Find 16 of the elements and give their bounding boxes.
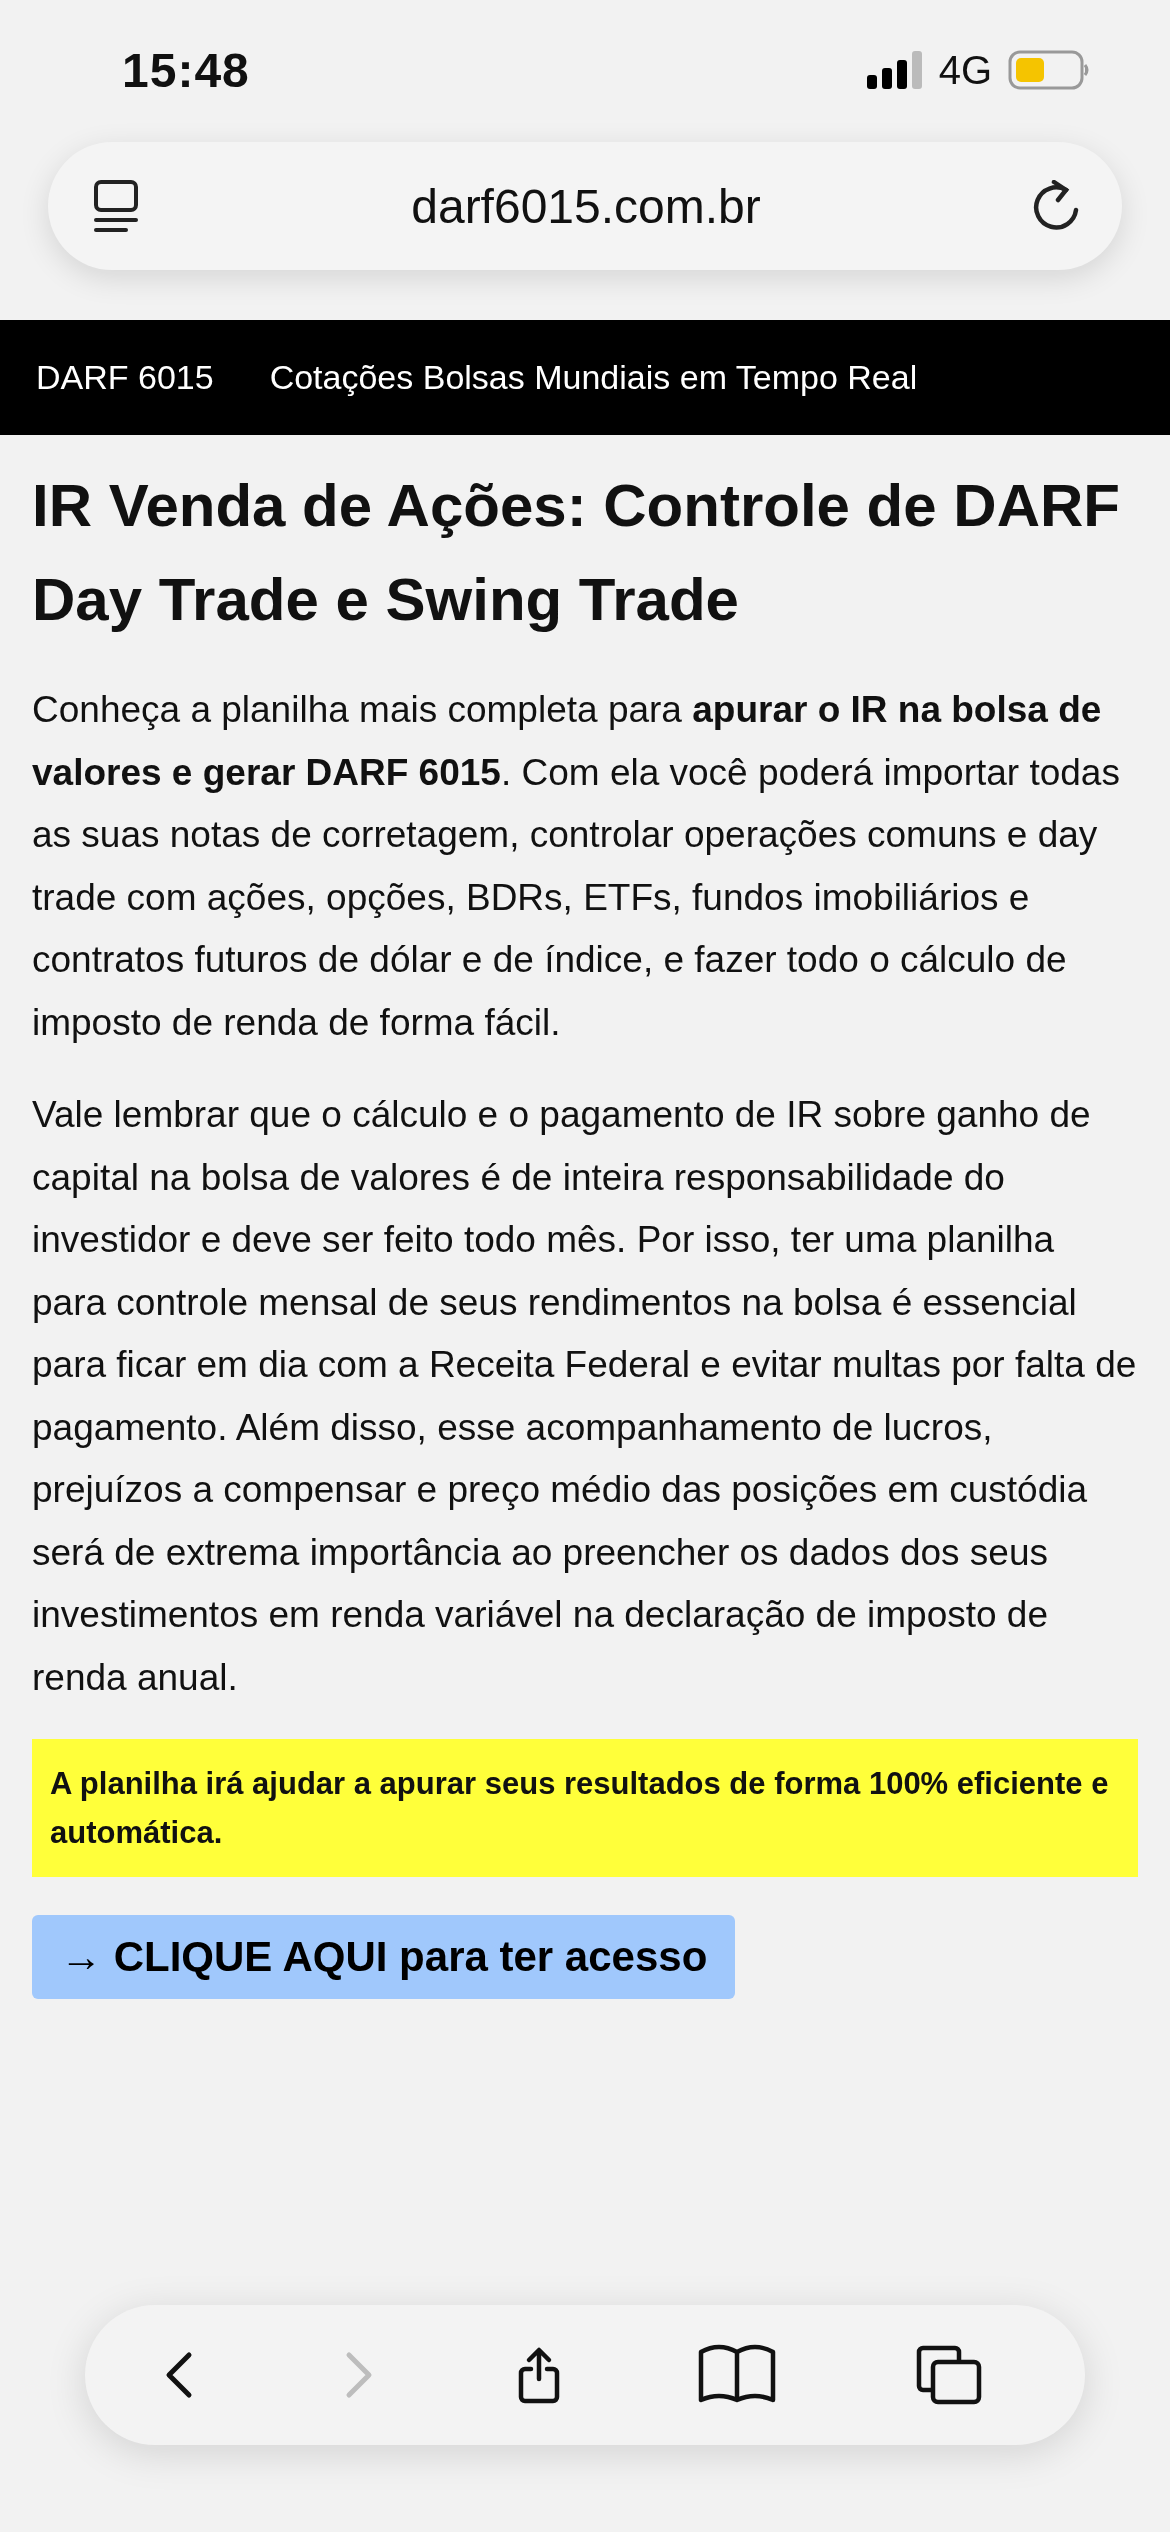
status-time: 15:48: [122, 42, 250, 98]
address-bar[interactable]: darf6015.com.br: [48, 142, 1122, 270]
highlight-note: A planilha irá ajudar a apurar seus resultados de forma 100% eficiente e automática.: [32, 1739, 1138, 1877]
network-type: 4G: [938, 47, 992, 93]
share-icon[interactable]: [517, 2345, 561, 2405]
url-text: darf6015.com.br: [411, 178, 761, 234]
signal-icon: [866, 51, 923, 89]
page-menu-icon[interactable]: [92, 178, 140, 234]
battery-icon: [1008, 50, 1090, 90]
reload-icon[interactable]: [1032, 180, 1080, 232]
nav-link[interactable]: DARF 6015: [36, 358, 214, 397]
body-paragraph: Vale lembrar que o cálculo e o pagamento de IR sobre ganho de capital na bolsa de valores é de inteira responsabilidade do investidor e deve ser feito todo mês. Por isso, ter uma planilha para controle mensal de seus rendimentos na bolsa é essencial para ficar em dia com a Receita Federal e evitar multas por falta de pagamento. Além disso, esse acompanhamento de lucros, prejuízos a compensar e preço médio das posições em custódia será de extrema importância ao preencher os dados dos seus investimentos em renda variável na declaração de imposto de renda anual.: [32, 1093, 1138, 1700]
access-button[interactable]: → CLIQUE AQUI para ter acesso: [32, 1915, 736, 1999]
page-title: IR Venda de Ações: Controle de DARF Day Trade e Swing Trade: [32, 471, 1121, 635]
nav-link[interactable]: Cotações Bolsas Mundiais em Tempo Real: [269, 358, 918, 397]
body-paragraph: Conheça a planilha mais completa para apurar o IR na bolsa de valores e gerar DARF 6015. Com ela você poderá importar todas as suas notas de corretagem, controlar operações comuns e day trade com ações, opções, BDRs, ETFs, fundos imobiliários e contratos futuros de dólar e de índice, e fazer todo o cálculo de imposto de renda de forma fácil.: [32, 688, 1121, 1045]
